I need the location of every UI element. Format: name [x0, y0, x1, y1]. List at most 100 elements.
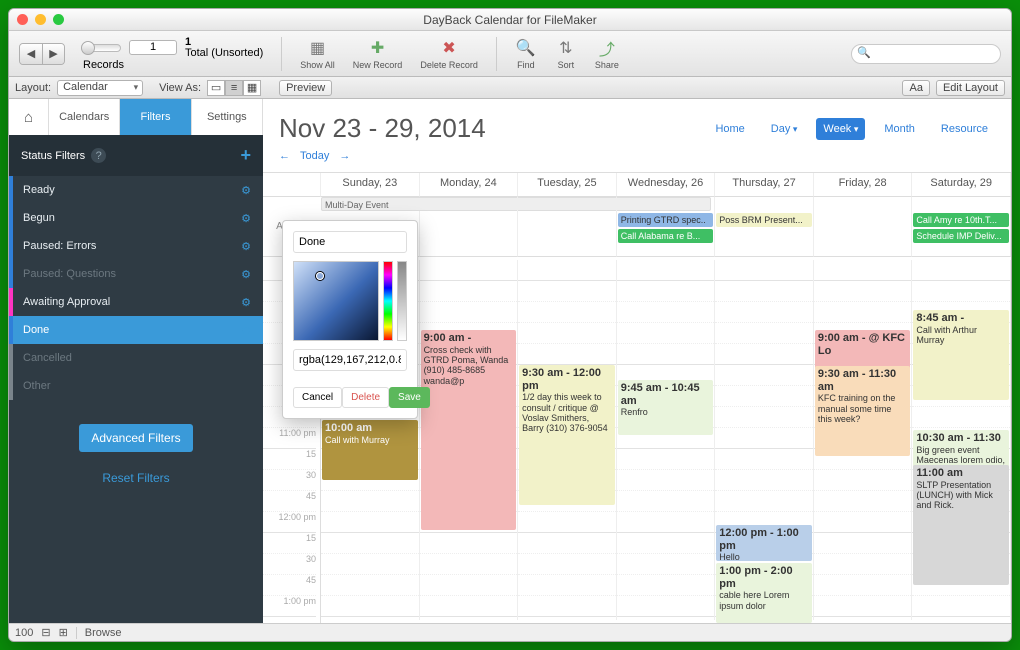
next-record-button[interactable]: ▶	[42, 44, 64, 64]
layout-dropdown[interactable]: Calendar	[57, 80, 143, 96]
zoom-out-icon[interactable]: ⊟	[41, 626, 50, 639]
delete-button[interactable]: Delete	[342, 387, 389, 408]
calendar-event[interactable]: 9:45 am - 10:45 amRenfro	[618, 380, 714, 435]
view-month[interactable]: Month	[877, 118, 922, 140]
window-title: DayBack Calendar for FileMaker	[9, 13, 1011, 27]
rgba-input[interactable]	[293, 349, 407, 371]
day-header: Saturday, 29	[912, 173, 1011, 197]
record-number-field[interactable]: 1	[129, 40, 177, 55]
allday-event[interactable]: Call Amy re 10th.T...	[913, 213, 1009, 227]
find-button[interactable]: 🔍Find	[515, 37, 537, 70]
calendar-event[interactable]: 9:30 am - 12:00 pm1/2 day this week to c…	[519, 365, 615, 505]
advanced-filters-button[interactable]: Advanced Filters	[79, 424, 192, 452]
home-tab[interactable]: ⌂	[9, 99, 49, 135]
time-label: 1:00 pm	[263, 596, 316, 617]
allday-cell[interactable]	[518, 197, 617, 257]
tab-filters[interactable]: Filters	[120, 99, 191, 135]
sort-button[interactable]: ⇅Sort	[555, 37, 577, 70]
gear-icon[interactable]: ⚙	[241, 212, 251, 225]
view-as-toggle[interactable]: ▭ ≡ ▦	[207, 80, 261, 96]
share-button[interactable]: ⤴Share	[595, 37, 619, 70]
allday-cell[interactable]: Call Amy re 10th.T... Schedule IMP Deliv.…	[912, 197, 1011, 257]
calendar-event[interactable]: 1:00 pm - 2:00 pmcable here Lorem ipsum …	[716, 563, 812, 623]
allday-cell[interactable]	[420, 197, 519, 257]
today-button[interactable]: Today	[300, 150, 329, 162]
day-column[interactable]: 9:30 am - 12:00 pm1/2 day this week to c…	[518, 260, 617, 620]
tab-settings[interactable]: Settings	[192, 99, 263, 135]
filter-item[interactable]: Paused: Errors ⚙	[9, 232, 263, 260]
prev-record-button[interactable]: ◀	[20, 44, 42, 64]
view-resource[interactable]: Resource	[934, 118, 995, 140]
allday-event[interactable]: Call Alabama re B...	[618, 229, 714, 243]
view-week[interactable]: Week	[816, 118, 865, 140]
cancel-button[interactable]: Cancel	[293, 387, 342, 408]
show-all-button[interactable]: ▦Show All	[300, 37, 335, 70]
table-view-icon[interactable]: ▦	[243, 80, 261, 96]
day-column[interactable]: 9:00 am -Cross check with GTRD Poma, Wan…	[420, 260, 519, 620]
gear-icon[interactable]: ⚙	[241, 268, 251, 281]
gear-icon[interactable]: ⚙	[241, 296, 251, 309]
zoom-in-icon[interactable]: ⊞	[59, 626, 68, 639]
prev-period-button[interactable]: ←	[279, 150, 290, 162]
filter-item[interactable]: Ready⚙	[9, 176, 263, 204]
filter-label: Paused: Errors	[23, 240, 96, 252]
reset-filters-button[interactable]: Reset Filters	[96, 470, 175, 486]
allday-cell[interactable]	[814, 197, 913, 257]
edit-layout-button[interactable]: Edit Layout	[936, 80, 1005, 96]
filter-label: Done	[23, 324, 49, 336]
filter-item[interactable]: Done ⚙	[9, 316, 263, 344]
allday-event[interactable]: Printing GTRD spec..	[618, 213, 714, 227]
save-button[interactable]: Save	[389, 387, 430, 408]
calendar-event[interactable]: 11:00 amSLTP Presentation (LUNCH) with M…	[913, 465, 1009, 585]
day-header: Sunday, 23	[321, 173, 420, 197]
day-column[interactable]: 8:45 am -Call with Arthur Murray10:30 am…	[912, 260, 1011, 620]
next-period-button[interactable]: →	[339, 150, 350, 162]
new-record-button[interactable]: ✚New Record	[353, 37, 403, 70]
allday-event[interactable]: Schedule IMP Deliv...	[913, 229, 1009, 243]
filter-label: Paused: Questions	[23, 268, 116, 280]
day-column[interactable]: 9:45 am - 10:45 amRenfro	[617, 260, 716, 620]
gear-icon[interactable]: ⚙	[241, 184, 251, 197]
calendar-event[interactable]: 12:00 pm - 1:00 pmHello	[716, 525, 812, 561]
aa-button[interactable]: Aa	[902, 80, 929, 96]
tab-calendars[interactable]: Calendars	[49, 99, 120, 135]
day-column[interactable]: 9:00 am - @ KFC Lo9:30 am - 11:30 amKFC …	[814, 260, 913, 620]
filter-name-input[interactable]	[293, 231, 407, 253]
hue-slider[interactable]	[383, 261, 393, 341]
view-as-label: View As:	[159, 82, 201, 94]
allday-event[interactable]: Poss BRM Present...	[716, 213, 812, 227]
filter-item[interactable]: Cancelled	[9, 344, 263, 372]
allday-cell[interactable]: Poss BRM Present...	[715, 197, 814, 257]
quick-search[interactable]	[851, 44, 1001, 64]
list-view-icon[interactable]: ≡	[225, 80, 243, 96]
saturation-picker[interactable]	[293, 261, 379, 341]
form-view-icon[interactable]: ▭	[207, 80, 225, 96]
calendar-event[interactable]: 8:45 am -Call with Arthur Murray	[913, 310, 1009, 400]
time-label: 45	[263, 575, 316, 596]
alpha-slider[interactable]	[397, 261, 407, 341]
zoom-level[interactable]: 100	[15, 627, 33, 639]
time-label: 30	[263, 554, 316, 575]
filter-item[interactable]: Other	[9, 372, 263, 400]
view-home[interactable]: Home	[708, 118, 751, 140]
add-filter-button[interactable]: +	[240, 145, 251, 166]
filter-item[interactable]: Awaiting Approval⚙	[9, 288, 263, 316]
records-label: Records	[83, 59, 124, 71]
day-header: Friday, 28	[814, 173, 913, 197]
calendar-event[interactable]: 9:30 am - 11:30 amKFC training on the ma…	[815, 366, 911, 456]
preview-button[interactable]: Preview	[279, 80, 332, 96]
gear-icon[interactable]: ⚙	[241, 240, 251, 253]
calendar-event[interactable]: 10:00 amCall with Murray	[322, 420, 418, 480]
filter-item[interactable]: Paused: Questions ⚙	[9, 260, 263, 288]
view-day[interactable]: Day	[764, 118, 805, 140]
filemaker-toolbar: ◀ ▶ 1 1 Total (Unsorted) Records ▦Show A…	[9, 31, 1011, 77]
record-slider[interactable]	[83, 44, 121, 52]
gear-icon[interactable]: ⚙	[241, 324, 251, 337]
delete-record-button[interactable]: ✖Delete Record	[420, 37, 478, 70]
day-column[interactable]: 12:00 pm - 1:00 pmHello1:00 pm - 2:00 pm…	[715, 260, 814, 620]
allday-cell[interactable]: Printing GTRD spec.. Call Alabama re B...	[617, 197, 716, 257]
day-header: Thursday, 27	[715, 173, 814, 197]
calendar-event[interactable]: 9:00 am -Cross check with GTRD Poma, Wan…	[421, 330, 517, 530]
filter-item[interactable]: Begun⚙	[9, 204, 263, 232]
help-icon[interactable]: ?	[91, 148, 106, 163]
